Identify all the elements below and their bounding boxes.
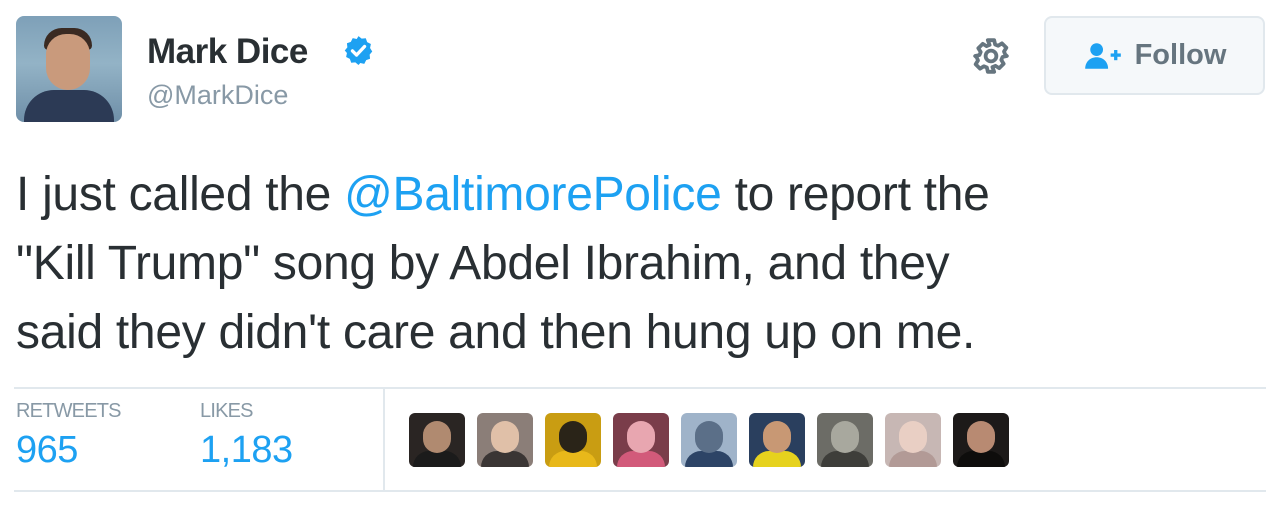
liker-avatar-body	[957, 451, 1005, 467]
liker-avatar-body	[617, 451, 665, 467]
follow-button[interactable]: Follow	[1044, 16, 1265, 95]
liker-avatar[interactable]	[817, 413, 873, 467]
gear-icon[interactable]	[972, 37, 1010, 75]
liker-avatar-head	[695, 421, 723, 453]
divider	[14, 387, 1266, 389]
liker-avatar[interactable]	[681, 413, 737, 467]
stats-divider	[383, 389, 385, 490]
user-handle[interactable]: @MarkDice	[147, 80, 288, 111]
liker-avatar-body	[889, 451, 937, 467]
liker-avatar-body	[821, 451, 869, 467]
liker-avatar[interactable]	[409, 413, 465, 467]
likes-stat[interactable]: LIKES 1,183	[200, 400, 293, 472]
avatar-face	[46, 34, 90, 90]
tweet-text-segment: to report the	[721, 168, 990, 221]
likes-count: 1,183	[200, 429, 293, 471]
retweets-label: RETWEETS	[16, 400, 122, 422]
tweet-line-3: said they didn't care and then hung up o…	[16, 306, 976, 359]
liker-avatar-head	[627, 421, 655, 453]
liker-avatar-head	[763, 421, 791, 453]
liker-avatar-head	[899, 421, 927, 453]
add-user-icon	[1084, 42, 1121, 69]
liker-avatar-body	[753, 451, 801, 467]
tweet-text: I just called the @BaltimorePolice to re…	[16, 160, 1266, 367]
liker-avatar-body	[413, 451, 461, 467]
liker-avatar[interactable]	[749, 413, 805, 467]
liker-avatar[interactable]	[477, 413, 533, 467]
liker-avatar-head	[967, 421, 995, 453]
liker-avatar-body	[481, 451, 529, 467]
liker-avatar-head	[831, 421, 859, 453]
liker-avatar-head	[559, 421, 587, 453]
liker-avatars	[409, 413, 1009, 467]
tweet-line-1: I just called the @BaltimorePolice to re…	[16, 160, 1266, 229]
follow-button-label: Follow	[1134, 39, 1227, 71]
likes-label: LIKES	[200, 400, 253, 422]
user-display-name[interactable]: Mark Dice	[147, 32, 308, 72]
liker-avatar[interactable]	[613, 413, 669, 467]
user-avatar[interactable]	[16, 16, 122, 122]
retweets-count: 965	[16, 429, 78, 471]
liker-avatar[interactable]	[885, 413, 941, 467]
verified-badge-icon	[344, 36, 373, 65]
mention-link[interactable]: @BaltimorePolice	[344, 168, 722, 221]
liker-avatar-head	[423, 421, 451, 453]
divider	[14, 490, 1266, 492]
avatar-shirt	[24, 90, 114, 122]
tweet-text-segment: I just called the	[16, 168, 345, 221]
liker-avatar-body	[685, 451, 733, 467]
liker-avatar[interactable]	[545, 413, 601, 467]
liker-avatar-head	[491, 421, 519, 453]
liker-avatar[interactable]	[953, 413, 1009, 467]
tweet-line-2: "Kill Trump" song by Abdel Ibrahim, and …	[16, 237, 950, 290]
liker-avatar-body	[549, 451, 597, 467]
retweets-stat[interactable]: RETWEETS 965	[16, 400, 122, 472]
